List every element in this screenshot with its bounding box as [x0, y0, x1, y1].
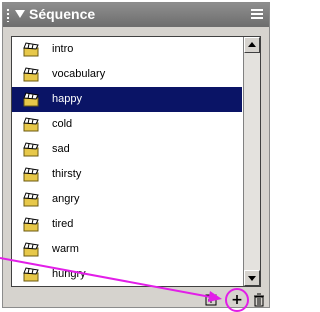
arrow-down-icon	[248, 276, 256, 281]
scene-row-tired[interactable]: tired	[12, 212, 242, 237]
scene-list: intro vocabulary happy cold sad thirsty …	[11, 36, 261, 287]
trash-icon	[254, 293, 264, 307]
scene-row-hungry[interactable]: hungry	[12, 262, 242, 286]
scene-row-warm[interactable]: warm	[12, 237, 242, 262]
new-scene-icon	[205, 294, 217, 306]
scroll-down-button[interactable]	[244, 270, 260, 286]
scene-row-vocabulary[interactable]: vocabulary	[12, 62, 242, 87]
clapperboard-icon	[23, 67, 39, 82]
scene-label: intro	[52, 43, 74, 55]
scene-label: warm	[52, 243, 79, 255]
scene-label: thirsty	[52, 168, 82, 180]
scene-label: angry	[52, 193, 80, 205]
collapse-triangle-icon[interactable]	[15, 10, 25, 18]
clapperboard-icon	[23, 92, 39, 107]
clapperboard-icon	[23, 117, 39, 132]
scene-label: tired	[52, 218, 74, 230]
panel-title: Séquence	[29, 6, 96, 22]
scene-row-cold[interactable]: cold	[12, 112, 242, 137]
clapperboard-icon	[23, 42, 39, 57]
scene-list-rows: intro vocabulary happy cold sad thirsty …	[12, 37, 242, 286]
scene-row-happy[interactable]: happy	[12, 87, 242, 112]
scene-row-angry[interactable]: angry	[12, 187, 242, 212]
scene-label: hungry	[52, 268, 86, 280]
scene-label: cold	[52, 118, 73, 130]
clapperboard-icon	[23, 267, 39, 282]
scene-row-thirsty[interactable]: thirsty	[12, 162, 242, 187]
panel-menu-icon[interactable]	[251, 9, 263, 21]
vertical-scrollbar[interactable]	[243, 37, 260, 286]
scene-row-intro[interactable]: intro	[12, 37, 242, 62]
clapperboard-icon	[23, 217, 39, 232]
scene-label: happy	[52, 93, 82, 105]
delete-scene-button[interactable]	[251, 292, 267, 308]
arrow-up-icon	[248, 42, 256, 47]
scene-label: sad	[52, 143, 70, 155]
scene-label: vocabulary	[52, 68, 106, 80]
clapperboard-icon	[23, 242, 39, 257]
highlight-circle	[225, 288, 249, 312]
new-scene-button[interactable]	[203, 292, 219, 308]
panel-titlebar[interactable]: Séquence	[3, 3, 269, 27]
clapperboard-icon	[23, 192, 39, 207]
scroll-up-button[interactable]	[244, 37, 260, 53]
clapperboard-icon	[23, 142, 39, 157]
grip-icon[interactable]	[6, 8, 10, 22]
clapperboard-icon	[23, 167, 39, 182]
scene-row-sad[interactable]: sad	[12, 137, 242, 162]
